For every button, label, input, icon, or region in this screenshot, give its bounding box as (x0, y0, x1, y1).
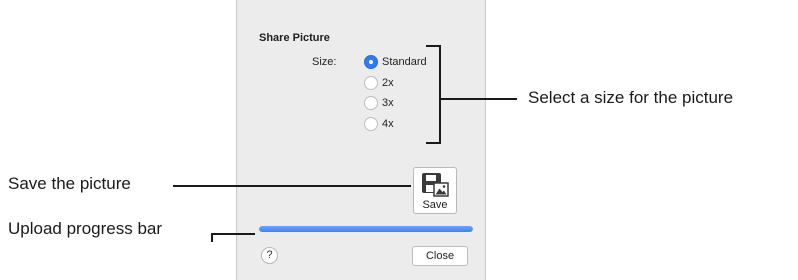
progress-callout-text: Upload progress bar (8, 219, 163, 238)
size-callout-text: Select a size for the picture (528, 88, 734, 107)
radio-standard[interactable]: Standard (364, 55, 427, 69)
size-bracket-vertical (439, 45, 441, 144)
upload-progress-fill (259, 226, 473, 232)
close-button[interactable]: Close (412, 246, 468, 266)
progress-callout-line (211, 233, 255, 235)
size-bracket-top (426, 45, 440, 47)
radio-selected-icon (364, 55, 378, 69)
upload-progress-bar (259, 226, 473, 232)
save-button-label: Save (422, 199, 448, 211)
radio-4x[interactable]: 4x (364, 117, 394, 131)
save-picture-icon (422, 173, 449, 197)
radio-unselected-icon (364, 117, 378, 131)
radio-label-3x: 3x (382, 97, 394, 109)
save-callout-line (173, 185, 411, 187)
save-callout-text: Save the picture (8, 174, 131, 193)
radio-3x[interactable]: 3x (364, 96, 394, 110)
size-label: Size: (312, 56, 337, 68)
size-bracket-bottom (426, 142, 440, 144)
radio-label-4x: 4x (382, 118, 394, 130)
save-button[interactable]: Save (413, 167, 457, 214)
help-button[interactable]: ? (261, 247, 278, 264)
radio-label-standard: Standard (382, 56, 427, 68)
size-callout-line (440, 98, 517, 100)
radio-2x[interactable]: 2x (364, 76, 394, 90)
radio-label-2x: 2x (382, 77, 394, 89)
radio-unselected-icon (364, 76, 378, 90)
dialog-title: Share Picture (259, 32, 330, 44)
share-picture-dialog: Share Picture Size: Standard 2x 3x 4x Sa… (236, 0, 486, 280)
radio-unselected-icon (364, 96, 378, 110)
